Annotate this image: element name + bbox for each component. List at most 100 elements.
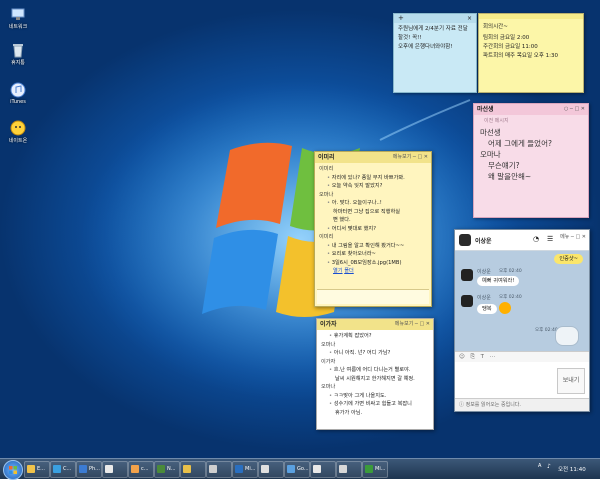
taskbar-item-label: c... xyxy=(141,466,149,472)
kakao-header: 이상운 ◔ ☰ 메뉴 ─ □ ✕ xyxy=(455,230,589,251)
sticky-note-blue[interactable]: + × 주원님에게 2/4분기 자료 전달할것! 꼭!! 오후에 은행다녀와야함… xyxy=(393,13,477,93)
taskbar-item[interactable] xyxy=(180,461,206,478)
message: 요리로 찾아오너라~ xyxy=(319,250,427,259)
system-tray: A ♪ 오전 11:40 xyxy=(538,461,598,476)
taskbar-item[interactable]: c... xyxy=(128,461,154,478)
taskbar-item[interactable]: Mi... xyxy=(232,461,258,478)
window-controls[interactable]: 메뉴보기 ─ □ ✕ xyxy=(393,152,428,163)
message: 자리에 있나? 종일 무지 바쁘가봐. xyxy=(319,174,427,183)
sticky-note-pink[interactable]: 마선생 ○ ─ □ ✕ 이전 메시지 마선생 어제 그에게 들었어? 오마나 무… xyxy=(473,103,589,218)
chat-titlebar[interactable]: 이가자 메뉴보기 ─ □ ✕ xyxy=(317,319,433,330)
app-icon xyxy=(105,464,113,473)
speaker: 오마나 xyxy=(321,384,336,390)
taskbar-item-label: Ph... xyxy=(89,466,100,472)
message: 어제 그에게 들었어? xyxy=(488,139,552,148)
app-icon xyxy=(235,464,243,473)
text-style-icon[interactable]: T xyxy=(481,354,484,360)
menu-icon[interactable]: ☰ xyxy=(547,235,553,243)
volume-icon[interactable]: ♪ xyxy=(547,463,551,470)
message: 휴가계획 잡았어? xyxy=(321,332,429,341)
note-line: 주원님에게 2/4분기 자료 전달할것! 꼭!! xyxy=(398,26,468,41)
info-icon: ⓘ xyxy=(459,402,465,408)
message: 아니 아직. 넌? 어디 가남? xyxy=(321,349,429,358)
taskbar-item[interactable]: Ph... xyxy=(76,461,102,478)
message: 오늘 약속 잊지 말았지? xyxy=(319,182,427,191)
app-icon xyxy=(53,464,61,473)
windows-start-icon xyxy=(9,466,17,474)
desktop-icon-nateon[interactable]: 네이트온 xyxy=(3,120,33,144)
message-bubble-sent: 인증샷~ xyxy=(554,254,583,264)
add-note-icon[interactable]: + xyxy=(398,14,404,23)
avatar xyxy=(461,295,473,307)
speaker: 오마나 xyxy=(480,150,501,159)
language-indicator[interactable]: A xyxy=(538,463,541,469)
app-icon xyxy=(339,464,347,473)
recycle-bin-icon xyxy=(13,44,23,58)
desktop-icon-label: 네이트온 xyxy=(8,138,28,144)
status-text: 정보를 읽어오는 중입니다. xyxy=(465,402,521,408)
bell-icon[interactable]: ◔ xyxy=(533,235,539,243)
taskbar-item[interactable] xyxy=(206,461,232,478)
send-button[interactable]: 보내기 xyxy=(557,368,585,394)
app-icon xyxy=(287,464,295,473)
itunes-icon xyxy=(10,82,26,98)
note-line: 주간회의 금요일 11:00 xyxy=(483,44,538,50)
app-icon xyxy=(209,464,217,473)
desktop-icon-recycle-bin[interactable]: 휴지통 xyxy=(3,42,33,66)
clock[interactable]: 오전 11:40 xyxy=(558,465,586,473)
taskbar-item[interactable] xyxy=(258,461,284,478)
window-controls[interactable]: 메뉴보기 ─ □ ✕ xyxy=(395,319,430,330)
note-toolbar: + × xyxy=(394,14,476,23)
chat-titlebar[interactable]: 이미리 메뉴보기 ─ □ ✕ xyxy=(315,152,431,163)
taskbar-item[interactable]: Go... xyxy=(284,461,310,478)
window-controls[interactable]: ○ ─ □ ✕ xyxy=(564,104,585,115)
close-note-icon[interactable]: × xyxy=(467,14,472,23)
start-button[interactable] xyxy=(3,460,23,480)
input-toolbar: ☺ ⎘ T ⋯ xyxy=(455,351,589,362)
taskbar-item[interactable] xyxy=(310,461,336,478)
taskbar: E... C... Ph... c... N... Mi... Go... Mi... A ♪… xyxy=(0,458,600,480)
app-icon xyxy=(365,464,373,473)
app-icon xyxy=(27,464,35,473)
message-continued: 하마터면 그냥 집으로 직행하실 xyxy=(333,208,400,215)
emoticon-button-icon[interactable]: ☺ xyxy=(459,354,465,360)
message: 왜 말을안해~ xyxy=(488,172,532,181)
window-controls[interactable]: 메뉴 ─ □ ✕ xyxy=(560,233,586,240)
taskbar-item[interactable]: N... xyxy=(154,461,180,478)
app-icon xyxy=(79,464,87,473)
taskbar-item-label: Mi... xyxy=(245,466,256,472)
more-icon[interactable]: ⋯ xyxy=(490,354,496,360)
app-icon xyxy=(131,464,139,473)
chat-input[interactable] xyxy=(317,289,429,304)
chat-window-1[interactable]: 이미리 메뉴보기 ─ □ ✕ 이미리 자리에 있나? 종일 무지 바쁘가봐. 오… xyxy=(314,151,432,307)
desktop-icon-network[interactable]: 네트워크 xyxy=(3,6,33,30)
taskbar-item[interactable]: C... xyxy=(50,461,76,478)
taskbar-item[interactable]: E... xyxy=(24,461,50,478)
message-bubble-received: 예뻐 귀여워라! xyxy=(477,276,520,286)
speaker: 오마나 xyxy=(321,341,336,348)
note-toolbar xyxy=(479,14,583,19)
chat-window-2[interactable]: 이가자 메뉴보기 ─ □ ✕ 휴가계획 잡았어? 오마나 아니 아직. 넌? 어… xyxy=(316,318,434,430)
taskbar-item[interactable] xyxy=(102,461,128,478)
nateon-icon xyxy=(10,120,26,136)
sticky-note-yellow[interactable]: 회의시간~ 팀회의 금요일 2:00 주간회의 금요일 11:00 파트회의 매… xyxy=(478,13,584,93)
chat-history: 휴가계획 잡았어? 오마나 아니 아직. 넌? 어디 가남? 이가자 흐.난 여… xyxy=(317,330,433,419)
chat-title: 이미리 xyxy=(318,154,335,161)
network-icon xyxy=(11,8,25,20)
note-titlebar: 마선생 ○ ─ □ ✕ xyxy=(474,104,588,115)
taskbar-item-label: Mi... xyxy=(375,466,386,472)
avatar xyxy=(461,269,473,281)
desktop-icon-itunes[interactable]: iTunes xyxy=(3,82,33,105)
open-folder-link[interactable]: 폴더 xyxy=(344,268,354,274)
message-input[interactable]: 보내기 xyxy=(455,362,589,398)
taskbar-item[interactable]: Mi... xyxy=(362,461,388,478)
message: ㅋㅋ맞아 그게 나을지도. xyxy=(321,392,429,401)
message: 흐.난 여름에 어디 다니는거 별로야. xyxy=(321,366,429,375)
taskbar-item[interactable] xyxy=(336,461,362,478)
open-file-link[interactable]: 열기 xyxy=(333,268,343,274)
sticker-message xyxy=(555,326,579,346)
message-continued: 뻔 했다. xyxy=(333,217,351,223)
kakao-chat-window[interactable]: 이상운 ◔ ☰ 메뉴 ─ □ ✕ 인증샷~ 이상운 오후 02:40 예뻐 귀여… xyxy=(454,229,590,412)
note-line: 팀회의 금요일 2:00 xyxy=(483,35,530,41)
attach-file-icon[interactable]: ⎘ xyxy=(470,354,474,360)
